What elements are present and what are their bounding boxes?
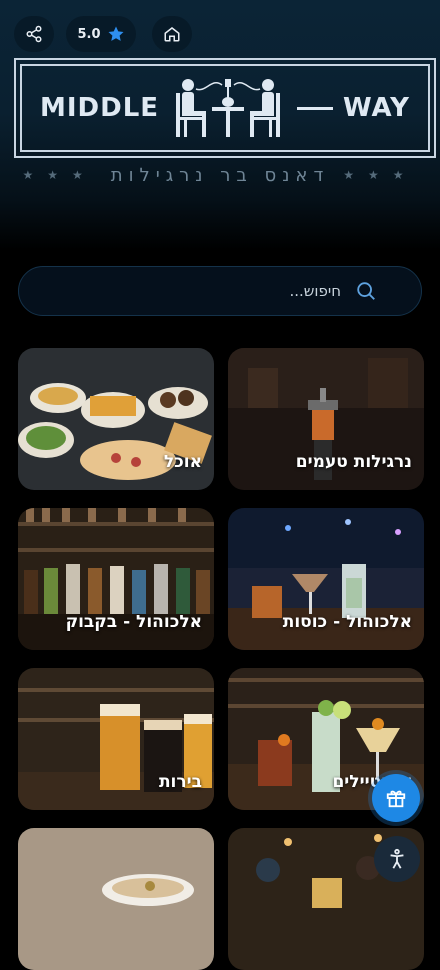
logo-subtitle: דאנס בר נרגילות bbox=[110, 164, 330, 186]
accessibility-button[interactable] bbox=[374, 836, 420, 882]
rating-badge[interactable]: 5.0 bbox=[66, 16, 136, 52]
logo-right-word: WAY bbox=[343, 93, 410, 123]
category-card-alcohol-bottle[interactable]: אלכוהול - בקבוק bbox=[18, 508, 214, 650]
category-card-hookah[interactable]: נרגילות טעמים bbox=[228, 348, 424, 490]
category-label: נרגילות טעמים bbox=[295, 452, 412, 472]
search-icon bbox=[357, 282, 375, 300]
home-icon bbox=[164, 27, 180, 42]
rating-value: 5.0 bbox=[77, 26, 101, 42]
star-icon bbox=[108, 26, 124, 41]
category-card-8[interactable] bbox=[18, 828, 214, 970]
logo: MIDDLE WAY bbox=[14, 58, 436, 158]
share-icon bbox=[26, 25, 42, 43]
coffee-photo bbox=[18, 828, 214, 970]
stars-decoration-left: ★★★ bbox=[22, 168, 97, 182]
logo-left-word: MIDDLE bbox=[40, 93, 160, 123]
share-button[interactable] bbox=[14, 16, 54, 52]
logo-dash bbox=[297, 106, 334, 110]
category-label: אלכוהול - בקבוק bbox=[65, 612, 202, 632]
gift-button[interactable] bbox=[372, 774, 420, 822]
hookah-logo-icon bbox=[176, 79, 281, 137]
search-input[interactable] bbox=[19, 281, 343, 301]
logo-subtitle-row: ★★★ דאנס בר נרגילות ★★★ bbox=[0, 162, 440, 188]
stars-decoration-right: ★★★ bbox=[343, 168, 418, 182]
category-card-alcohol-glasses[interactable]: אלכוהול - כוסות bbox=[228, 508, 424, 650]
accessibility-icon bbox=[390, 848, 404, 869]
category-label: אלכוהול - כוסות bbox=[282, 612, 412, 632]
search-bar[interactable] bbox=[18, 266, 422, 316]
category-card-beers[interactable]: בירות bbox=[18, 668, 214, 810]
home-button[interactable] bbox=[152, 16, 192, 52]
category-label: אוכל bbox=[163, 452, 202, 472]
category-label: בירות bbox=[158, 772, 202, 792]
category-card-food[interactable]: אוכל bbox=[18, 348, 214, 490]
gift-icon bbox=[386, 790, 406, 808]
